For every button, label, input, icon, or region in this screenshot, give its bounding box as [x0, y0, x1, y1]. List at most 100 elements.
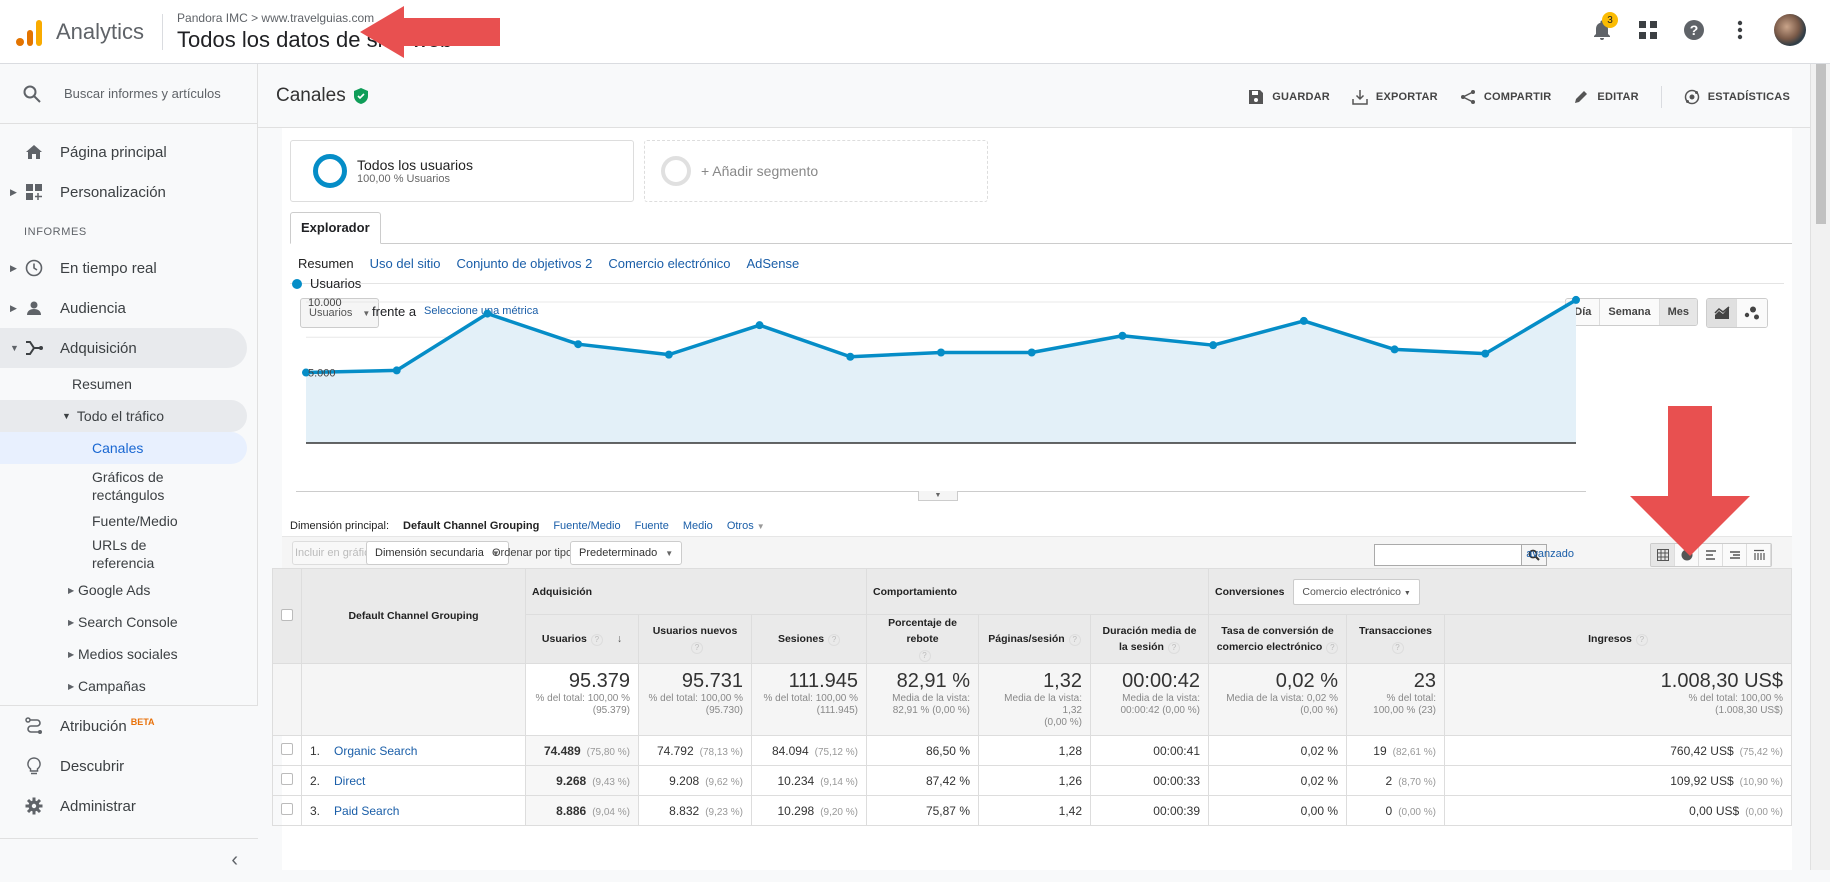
- data-point[interactable]: [574, 340, 583, 349]
- subtab-site-usage[interactable]: Uso del sitio: [370, 256, 441, 271]
- col-pages-session[interactable]: Páginas/sesión?: [978, 614, 1091, 664]
- segment-all-users[interactable]: Todos los usuarios 100,00 % Usuarios: [290, 140, 634, 202]
- data-point[interactable]: [1572, 295, 1580, 304]
- channel-link[interactable]: Direct: [334, 774, 365, 788]
- data-point[interactable]: [846, 352, 855, 361]
- sidebar-item-social[interactable]: ▶ Medios sociales: [0, 638, 257, 670]
- share-button[interactable]: COMPARTIR: [1460, 89, 1552, 105]
- data-point[interactable]: [483, 309, 492, 318]
- help-icon[interactable]: ?: [1635, 634, 1648, 646]
- sidebar-item-search-console[interactable]: ▶ Search Console: [0, 606, 257, 638]
- dimension-source[interactable]: Fuente: [635, 520, 669, 532]
- add-segment-button[interactable]: + Añadir segmento: [644, 140, 988, 202]
- sidebar-item-campaigns[interactable]: ▶ Campañas: [0, 670, 257, 702]
- period-month-button[interactable]: Mes: [1659, 299, 1697, 325]
- help-button[interactable]: ?: [1682, 18, 1706, 42]
- subtab-goal-set-2[interactable]: Conjunto de objetivos 2: [456, 256, 592, 271]
- help-icon[interactable]: ?: [1326, 642, 1339, 654]
- col-revenue[interactable]: Ingresos?: [1444, 614, 1792, 664]
- data-point[interactable]: [1390, 345, 1399, 354]
- sidebar-item-treemaps[interactable]: Gráficos de rectángulos: [0, 464, 170, 508]
- page-scrollbar[interactable]: [1810, 64, 1830, 870]
- data-point[interactable]: [937, 348, 945, 357]
- scrollbar-thumb[interactable]: [1816, 64, 1826, 224]
- dimension-other[interactable]: Otros ▼: [727, 520, 765, 532]
- edit-button[interactable]: EDITAR: [1573, 89, 1639, 105]
- motion-chart-button[interactable]: [1737, 299, 1767, 327]
- row-checkbox[interactable]: [281, 743, 293, 755]
- help-icon[interactable]: ?: [918, 650, 931, 662]
- users-cell: 9.268 (9,43 %): [525, 765, 639, 796]
- col-avg-duration[interactable]: Duración media de la sesión?: [1090, 614, 1209, 664]
- col-bounce-rate[interactable]: Porcentaje de rebote?: [866, 614, 979, 664]
- secondary-dimension-select[interactable]: Dimensión secundaria ▼: [366, 541, 509, 565]
- sidebar-item-source-medium[interactable]: Fuente/Medio: [0, 508, 247, 534]
- col-transactions[interactable]: Transacciones?: [1346, 614, 1445, 664]
- col-ecommerce-conversion-rate[interactable]: Tasa de conversión de comercio electróni…: [1208, 614, 1347, 664]
- sidebar-item-discover[interactable]: Descubrir: [0, 746, 248, 786]
- help-icon[interactable]: ?: [828, 634, 841, 646]
- data-point[interactable]: [1299, 316, 1308, 325]
- help-icon[interactable]: ?: [590, 634, 603, 646]
- analytics-logo-icon[interactable]: [16, 18, 42, 46]
- avatar[interactable]: [1774, 14, 1806, 46]
- subtab-adsense[interactable]: AdSense: [746, 256, 799, 271]
- line-chart-button[interactable]: [1707, 299, 1737, 327]
- dimension-source-medium[interactable]: Fuente/Medio: [553, 520, 620, 532]
- sidebar-item-customization[interactable]: ▶ Personalización: [0, 172, 247, 212]
- period-week-button[interactable]: Semana: [1600, 299, 1660, 325]
- sidebar-item-referrals[interactable]: URLs de referencia: [0, 534, 160, 574]
- col-sessions[interactable]: Sesiones?: [751, 614, 867, 664]
- subtab-ecommerce[interactable]: Comercio electrónico: [608, 256, 730, 271]
- sort-type-select[interactable]: Predeterminado ▼: [570, 541, 683, 565]
- help-icon[interactable]: ?: [1068, 634, 1081, 646]
- save-button[interactable]: GUARDAR: [1248, 89, 1330, 105]
- sidebar-item-attribution[interactable]: Atribución BETA: [0, 706, 248, 746]
- sidebar-search[interactable]: Buscar informes y artículos: [0, 64, 257, 124]
- insights-button[interactable]: ESTADÍSTICAS: [1684, 89, 1790, 105]
- sidebar-item-acq-summary[interactable]: Resumen: [0, 368, 247, 400]
- data-point[interactable]: [1481, 349, 1490, 358]
- sidebar-item-google-ads[interactable]: ▶ Google Ads: [0, 574, 257, 606]
- more-options-button[interactable]: [1728, 18, 1752, 42]
- collapse-sidebar-button[interactable]: ‹: [0, 838, 258, 882]
- sidebar-item-audience[interactable]: ▶ Audiencia: [0, 288, 247, 328]
- col-users[interactable]: Usuarios? ↓: [525, 614, 639, 664]
- channel-link[interactable]: Paid Search: [334, 804, 399, 818]
- sidebar-item-realtime[interactable]: ▶ En tiempo real: [0, 248, 247, 288]
- search-input[interactable]: Buscar informes y artículos: [64, 86, 221, 101]
- data-point[interactable]: [392, 366, 401, 375]
- apps-button[interactable]: [1636, 18, 1660, 42]
- data-point[interactable]: [755, 321, 764, 330]
- data-point[interactable]: [664, 350, 673, 359]
- sidebar-item-all-traffic[interactable]: ▼ Todo el tráfico: [0, 400, 247, 432]
- sidebar-item-channels[interactable]: Canales: [0, 432, 247, 464]
- help-icon[interactable]: ?: [691, 642, 703, 654]
- table-search-input[interactable]: [1374, 544, 1547, 566]
- help-icon[interactable]: ?: [1391, 642, 1404, 654]
- data-point[interactable]: [1027, 348, 1036, 357]
- tab-explorer[interactable]: Explorador: [290, 212, 381, 244]
- data-point[interactable]: [1118, 331, 1127, 340]
- notifications-button[interactable]: 3: [1590, 12, 1618, 42]
- gear-icon: [22, 794, 46, 818]
- row-checkbox[interactable]: [281, 773, 293, 785]
- advanced-filter-link[interactable]: avanzado: [1526, 548, 1574, 560]
- row-checkbox[interactable]: [281, 803, 293, 815]
- sidebar-item-admin[interactable]: Administrar: [0, 786, 248, 826]
- pivot-view-button[interactable]: [1747, 544, 1771, 566]
- subtab-summary[interactable]: Resumen: [298, 256, 354, 271]
- export-button[interactable]: EXPORTAR: [1352, 89, 1438, 105]
- dimension-header[interactable]: Default Channel Grouping: [301, 568, 526, 664]
- dimension-medium[interactable]: Medio: [683, 520, 713, 532]
- select-all-checkbox[interactable]: [281, 608, 293, 621]
- users-line-chart[interactable]: 10.000 5.000: [296, 293, 1586, 468]
- data-point[interactable]: [1209, 341, 1218, 350]
- chart-resize-handle[interactable]: ▼: [918, 491, 958, 501]
- sidebar-item-acquisition[interactable]: ▼ Adquisición: [0, 328, 247, 368]
- col-new-users[interactable]: Usuarios nuevos?: [638, 614, 752, 664]
- conversion-select[interactable]: Comercio electrónico ▼: [1293, 578, 1420, 605]
- sidebar-item-home[interactable]: Página principal: [0, 132, 247, 172]
- channel-link[interactable]: Organic Search: [334, 744, 417, 758]
- help-icon[interactable]: ?: [1167, 642, 1180, 654]
